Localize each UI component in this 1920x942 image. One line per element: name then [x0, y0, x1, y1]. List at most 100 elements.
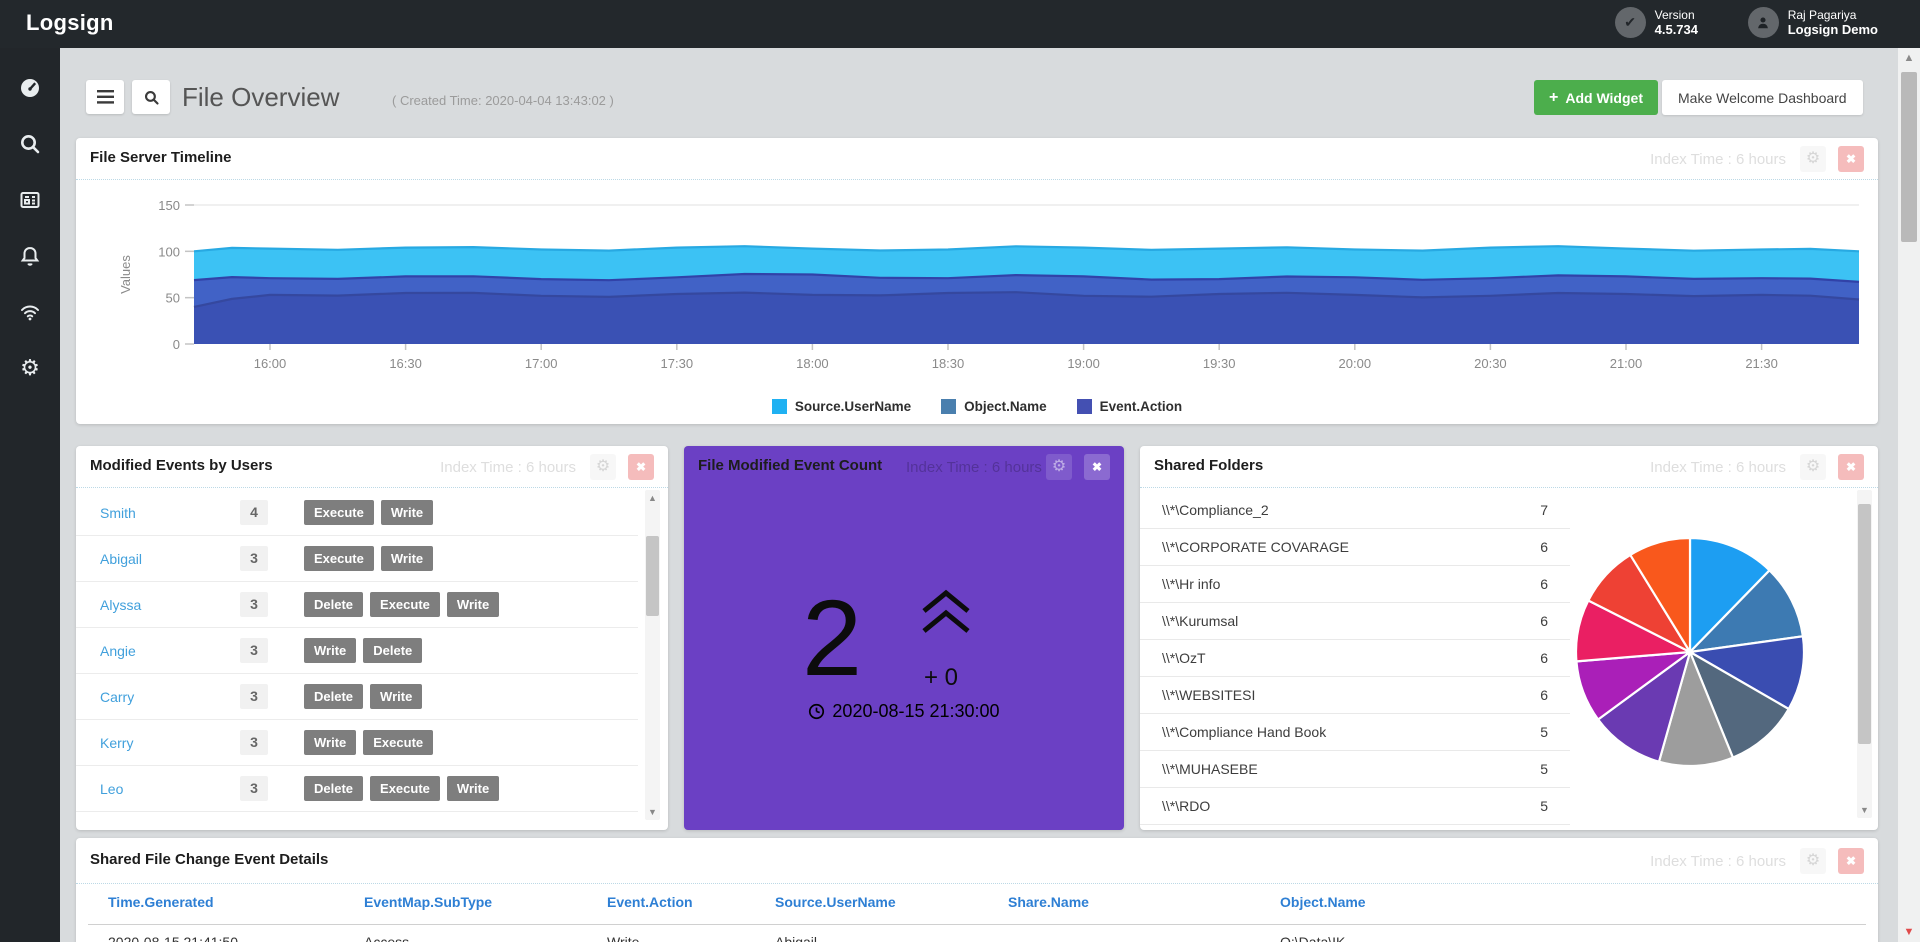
user-link[interactable]: Angie	[100, 643, 240, 659]
action-tag[interactable]: Delete	[304, 776, 364, 801]
table-cell: 2020-08-15 21:41:50	[108, 934, 238, 942]
sidebar-item-search[interactable]	[0, 116, 60, 172]
scroll-thumb[interactable]	[1858, 504, 1871, 744]
svg-text:21:00: 21:00	[1610, 356, 1643, 371]
sidebar-item-reports[interactable]	[0, 172, 60, 228]
action-tag[interactable]: Write	[304, 730, 357, 755]
legend-item[interactable]: Source.UserName	[771, 399, 911, 414]
event-count-badge: 3	[240, 776, 268, 801]
folder-name: \\*\RDO	[1162, 798, 1211, 814]
action-tag[interactable]: Execute	[304, 500, 374, 525]
widget-title: Shared Folders	[1154, 457, 1264, 474]
scroll-up-arrow[interactable]: ▲	[645, 493, 660, 503]
version-check-icon: ✔	[1614, 7, 1646, 38]
shared-folder-row: \\*\OzT 6	[1140, 640, 1570, 677]
version-value: 4.5.734	[1654, 21, 1698, 37]
widget-close-button[interactable]: ✖	[1838, 454, 1864, 480]
action-tag[interactable]: Write	[380, 546, 434, 571]
action-tags: Delete Write	[304, 684, 429, 709]
table-cell: Write	[607, 934, 640, 942]
action-tag[interactable]: Write	[446, 592, 500, 617]
shared-folder-row: \\*\WEBSITESI 6	[1140, 677, 1570, 714]
scroll-thumb[interactable]	[646, 536, 659, 616]
svg-text:100: 100	[158, 244, 180, 259]
shared-folder-row: \\*\Kurumsal 6	[1140, 603, 1570, 640]
folder-name: \\*\Kurumsal	[1162, 613, 1239, 629]
user-link[interactable]: Kerry	[100, 735, 240, 751]
add-widget-button[interactable]: + Add Widget	[1534, 80, 1658, 115]
action-tag[interactable]: Write	[370, 684, 423, 709]
user-event-row: Smith 4 Execute Write	[76, 490, 638, 536]
widget-scrollbar[interactable]: ▼	[1857, 490, 1872, 818]
column-header: Share.Name	[1008, 894, 1089, 910]
folder-count: 6	[1540, 576, 1548, 592]
widget-close-button[interactable]: ✖	[628, 454, 654, 480]
event-count-badge: 3	[240, 730, 268, 755]
sidebar-item-settings[interactable]: ⚙	[0, 340, 60, 396]
action-tag[interactable]: Execute	[363, 730, 434, 755]
widget-title: File Modified Event Count	[698, 457, 883, 474]
scroll-down-arrow[interactable]: ▼	[1898, 926, 1920, 938]
widget-settings-button[interactable]: ⚙	[1800, 146, 1826, 172]
widget-close-button[interactable]: ✖	[1838, 848, 1864, 874]
widget-title: Shared File Change Event Details	[90, 851, 329, 868]
folder-name: \\*\WEBSITESI	[1162, 687, 1256, 703]
user-menu[interactable]: Raj Pagariya Logsign Demo	[1747, 7, 1878, 38]
action-tag[interactable]: Delete	[304, 592, 364, 617]
user-link[interactable]: Carry	[100, 689, 240, 705]
action-tags: Delete Execute Write	[304, 592, 506, 617]
action-tag[interactable]: Write	[380, 500, 434, 525]
scroll-down-arrow[interactable]: ▼	[645, 807, 660, 817]
shared-folder-row: \\*\CORPORATE COVARAGE 6	[1140, 529, 1570, 566]
logsign-logo: Logsign	[26, 10, 114, 35]
user-link[interactable]: Smith	[100, 505, 240, 521]
svg-text:18:00: 18:00	[796, 356, 829, 371]
user-link[interactable]: Leo	[100, 781, 240, 797]
bell-icon	[20, 246, 40, 266]
user-link[interactable]: Alyssa	[100, 597, 240, 613]
svg-text:19:30: 19:30	[1203, 356, 1236, 371]
search-button[interactable]	[132, 80, 170, 114]
user-event-row: Leo 3 Delete Execute Write	[76, 766, 638, 812]
action-tag[interactable]: Execute	[304, 546, 374, 571]
widget-scrollbar[interactable]: ▲ ▼	[645, 490, 660, 820]
widget-close-button[interactable]: ✖	[1838, 146, 1864, 172]
event-count-badge: 3	[240, 638, 268, 663]
menu-button[interactable]	[86, 80, 124, 114]
legend-swatch	[771, 399, 787, 414]
sidebar-item-dashboard[interactable]	[0, 60, 60, 116]
sidebar-item-network[interactable]	[0, 284, 60, 340]
scroll-down-arrow[interactable]: ▼	[1857, 805, 1872, 815]
action-tag[interactable]: Execute	[370, 592, 440, 617]
action-tag[interactable]: Execute	[370, 776, 440, 801]
legend-item[interactable]: Object.Name	[941, 399, 1047, 414]
user-link[interactable]: Abigail	[100, 551, 240, 567]
widget-settings-button[interactable]: ⚙	[590, 454, 616, 480]
sidebar-item-alerts[interactable]	[0, 228, 60, 284]
action-tag[interactable]: Write	[446, 776, 500, 801]
widget-close-button[interactable]: ✖	[1084, 454, 1110, 480]
svg-text:20:00: 20:00	[1339, 356, 1372, 371]
index-time-label: Index Time : 6 hours	[440, 459, 576, 476]
scroll-up-arrow[interactable]: ▲	[1898, 52, 1920, 64]
make-welcome-dashboard-button[interactable]: Make Welcome Dashboard	[1662, 80, 1863, 115]
action-tag[interactable]: Delete	[363, 638, 423, 663]
widget-settings-button[interactable]: ⚙	[1800, 848, 1826, 874]
event-count-badge: 3	[240, 546, 268, 571]
svg-text:50: 50	[166, 291, 180, 306]
svg-text:0: 0	[173, 337, 180, 352]
action-tag[interactable]: Delete	[304, 684, 364, 709]
index-time-label: Index Time : 6 hours	[1650, 459, 1786, 476]
user-event-row: Kerry 3 Write Execute	[76, 720, 638, 766]
legend-swatch	[1076, 399, 1092, 414]
legend-item[interactable]: Event.Action	[1076, 399, 1182, 414]
dashboard-icon	[21, 79, 39, 97]
widget-settings-button[interactable]: ⚙	[1800, 454, 1826, 480]
widget-settings-button[interactable]: ⚙	[1046, 454, 1072, 480]
scroll-thumb[interactable]	[1901, 72, 1917, 242]
folder-name: \\*\Compliance_2	[1162, 502, 1269, 518]
page-scrollbar[interactable]: ▲ ▼	[1898, 48, 1920, 942]
svg-text:Values: Values	[118, 255, 133, 294]
action-tag[interactable]: Write	[304, 638, 357, 663]
event-count-badge: 3	[240, 684, 268, 709]
